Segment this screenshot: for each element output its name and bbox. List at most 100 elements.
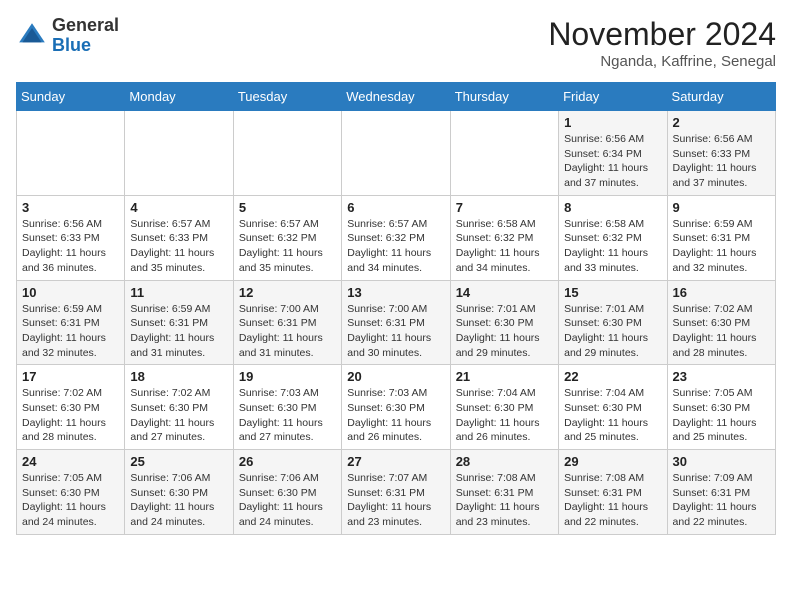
calendar-week-row: 10 Sunrise: 6:59 AM Sunset: 6:31 PM Dayli… <box>17 280 776 365</box>
calendar-cell: 17 Sunrise: 7:02 AM Sunset: 6:30 PM Dayli… <box>17 365 125 450</box>
calendar-cell: 27 Sunrise: 7:07 AM Sunset: 6:31 PM Dayli… <box>342 450 450 535</box>
day-number: 18 <box>130 369 227 384</box>
calendar-cell <box>342 111 450 196</box>
day-number: 14 <box>456 285 553 300</box>
day-info: Sunrise: 7:08 AM Sunset: 6:31 PM Dayligh… <box>564 471 661 530</box>
calendar-cell <box>17 111 125 196</box>
day-number: 1 <box>564 115 661 130</box>
day-number: 17 <box>22 369 119 384</box>
day-info: Sunrise: 7:02 AM Sunset: 6:30 PM Dayligh… <box>130 386 227 445</box>
day-info: Sunrise: 6:57 AM Sunset: 6:32 PM Dayligh… <box>347 217 444 276</box>
page-header: General Blue November 2024 Nganda, Kaffr… <box>16 16 776 70</box>
day-info: Sunrise: 7:00 AM Sunset: 6:31 PM Dayligh… <box>239 302 336 361</box>
calendar-cell: 13Sunrise: 7:00 AM Sunset: 6:31 PM Dayli… <box>342 280 450 365</box>
day-number: 19 <box>239 369 336 384</box>
calendar-table: SundayMondayTuesdayWednesdayThursdayFrid… <box>16 82 776 535</box>
weekday-header: Thursday <box>450 83 558 111</box>
day-info: Sunrise: 7:01 AM Sunset: 6:30 PM Dayligh… <box>456 302 553 361</box>
day-info: Sunrise: 6:58 AM Sunset: 6:32 PM Dayligh… <box>564 217 661 276</box>
calendar-cell: 20 Sunrise: 7:03 AM Sunset: 6:30 PM Dayli… <box>342 365 450 450</box>
day-number: 26 <box>239 454 336 469</box>
weekday-header: Wednesday <box>342 83 450 111</box>
calendar-cell: 2 Sunrise: 6:56 AM Sunset: 6:33 PM Daylig… <box>667 111 775 196</box>
calendar-cell: 28 Sunrise: 7:08 AM Sunset: 6:31 PM Dayli… <box>450 450 558 535</box>
weekday-header: Monday <box>125 83 233 111</box>
day-info: Sunrise: 6:57 AM Sunset: 6:33 PM Dayligh… <box>130 217 227 276</box>
day-number: 30 <box>673 454 770 469</box>
calendar-cell: 26Sunrise: 7:06 AM Sunset: 6:30 PM Dayli… <box>233 450 341 535</box>
calendar-cell: 4Sunrise: 6:57 AM Sunset: 6:33 PM Daylig… <box>125 195 233 280</box>
day-info: Sunrise: 7:00 AM Sunset: 6:31 PM Dayligh… <box>347 302 444 361</box>
day-info: Sunrise: 7:04 AM Sunset: 6:30 PM Dayligh… <box>456 386 553 445</box>
calendar-cell: 1 Sunrise: 6:56 AM Sunset: 6:34 PM Daylig… <box>559 111 667 196</box>
calendar-week-row: 3 Sunrise: 6:56 AM Sunset: 6:33 PM Daylig… <box>17 195 776 280</box>
calendar-week-row: 1 Sunrise: 6:56 AM Sunset: 6:34 PM Daylig… <box>17 111 776 196</box>
day-info: Sunrise: 7:09 AM Sunset: 6:31 PM Dayligh… <box>673 471 770 530</box>
calendar-cell: 22 Sunrise: 7:04 AM Sunset: 6:30 PM Dayli… <box>559 365 667 450</box>
day-info: Sunrise: 6:57 AM Sunset: 6:32 PM Dayligh… <box>239 217 336 276</box>
day-number: 27 <box>347 454 444 469</box>
weekday-header: Saturday <box>667 83 775 111</box>
calendar-week-row: 17 Sunrise: 7:02 AM Sunset: 6:30 PM Dayli… <box>17 365 776 450</box>
logo: General Blue <box>16 16 119 56</box>
calendar-cell: 8 Sunrise: 6:58 AM Sunset: 6:32 PM Daylig… <box>559 195 667 280</box>
calendar-cell: 6Sunrise: 6:57 AM Sunset: 6:32 PM Daylig… <box>342 195 450 280</box>
weekday-header: Tuesday <box>233 83 341 111</box>
day-number: 20 <box>347 369 444 384</box>
calendar-cell: 12 Sunrise: 7:00 AM Sunset: 6:31 PM Dayli… <box>233 280 341 365</box>
day-number: 24 <box>22 454 119 469</box>
calendar-cell: 7Sunrise: 6:58 AM Sunset: 6:32 PM Daylig… <box>450 195 558 280</box>
day-number: 5 <box>239 200 336 215</box>
day-info: Sunrise: 6:59 AM Sunset: 6:31 PM Dayligh… <box>673 217 770 276</box>
day-info: Sunrise: 6:56 AM Sunset: 6:33 PM Dayligh… <box>22 217 119 276</box>
day-info: Sunrise: 7:03 AM Sunset: 6:30 PM Dayligh… <box>239 386 336 445</box>
calendar-cell <box>233 111 341 196</box>
day-number: 15 <box>564 285 661 300</box>
location: Nganda, Kaffrine, Senegal <box>548 53 776 70</box>
calendar-header-row: SundayMondayTuesdayWednesdayThursdayFrid… <box>17 83 776 111</box>
day-number: 25 <box>130 454 227 469</box>
day-number: 10 <box>22 285 119 300</box>
calendar-week-row: 24 Sunrise: 7:05 AM Sunset: 6:30 PM Dayli… <box>17 450 776 535</box>
day-number: 2 <box>673 115 770 130</box>
day-info: Sunrise: 7:05 AM Sunset: 6:30 PM Dayligh… <box>673 386 770 445</box>
calendar-cell: 18 Sunrise: 7:02 AM Sunset: 6:30 PM Dayli… <box>125 365 233 450</box>
day-info: Sunrise: 7:07 AM Sunset: 6:31 PM Dayligh… <box>347 471 444 530</box>
day-number: 23 <box>673 369 770 384</box>
day-info: Sunrise: 6:56 AM Sunset: 6:33 PM Dayligh… <box>673 132 770 191</box>
calendar-cell: 15 Sunrise: 7:01 AM Sunset: 6:30 PM Dayli… <box>559 280 667 365</box>
day-number: 12 <box>239 285 336 300</box>
day-number: 29 <box>564 454 661 469</box>
calendar-cell: 29 Sunrise: 7:08 AM Sunset: 6:31 PM Dayli… <box>559 450 667 535</box>
day-info: Sunrise: 7:08 AM Sunset: 6:31 PM Dayligh… <box>456 471 553 530</box>
calendar-cell: 21Sunrise: 7:04 AM Sunset: 6:30 PM Dayli… <box>450 365 558 450</box>
calendar-cell: 3 Sunrise: 6:56 AM Sunset: 6:33 PM Daylig… <box>17 195 125 280</box>
day-info: Sunrise: 7:02 AM Sunset: 6:30 PM Dayligh… <box>22 386 119 445</box>
day-info: Sunrise: 6:59 AM Sunset: 6:31 PM Dayligh… <box>22 302 119 361</box>
day-info: Sunrise: 7:06 AM Sunset: 6:30 PM Dayligh… <box>130 471 227 530</box>
day-info: Sunrise: 7:05 AM Sunset: 6:30 PM Dayligh… <box>22 471 119 530</box>
calendar-cell: 5 Sunrise: 6:57 AM Sunset: 6:32 PM Daylig… <box>233 195 341 280</box>
calendar-cell <box>450 111 558 196</box>
day-info: Sunrise: 6:58 AM Sunset: 6:32 PM Dayligh… <box>456 217 553 276</box>
weekday-header: Sunday <box>17 83 125 111</box>
day-info: Sunrise: 7:03 AM Sunset: 6:30 PM Dayligh… <box>347 386 444 445</box>
title-block: November 2024 Nganda, Kaffrine, Senegal <box>548 16 776 70</box>
calendar-cell: 14 Sunrise: 7:01 AM Sunset: 6:30 PM Dayli… <box>450 280 558 365</box>
calendar-cell: 10 Sunrise: 6:59 AM Sunset: 6:31 PM Dayli… <box>17 280 125 365</box>
calendar-cell: 11Sunrise: 6:59 AM Sunset: 6:31 PM Dayli… <box>125 280 233 365</box>
day-number: 28 <box>456 454 553 469</box>
day-number: 22 <box>564 369 661 384</box>
logo-text: General Blue <box>52 16 119 56</box>
calendar-cell: 25 Sunrise: 7:06 AM Sunset: 6:30 PM Dayli… <box>125 450 233 535</box>
calendar-cell <box>125 111 233 196</box>
weekday-header: Friday <box>559 83 667 111</box>
day-info: Sunrise: 7:04 AM Sunset: 6:30 PM Dayligh… <box>564 386 661 445</box>
day-number: 8 <box>564 200 661 215</box>
day-number: 9 <box>673 200 770 215</box>
day-info: Sunrise: 7:01 AM Sunset: 6:30 PM Dayligh… <box>564 302 661 361</box>
day-number: 3 <box>22 200 119 215</box>
day-info: Sunrise: 6:59 AM Sunset: 6:31 PM Dayligh… <box>130 302 227 361</box>
calendar-cell: 9 Sunrise: 6:59 AM Sunset: 6:31 PM Daylig… <box>667 195 775 280</box>
day-info: Sunrise: 6:56 AM Sunset: 6:34 PM Dayligh… <box>564 132 661 191</box>
